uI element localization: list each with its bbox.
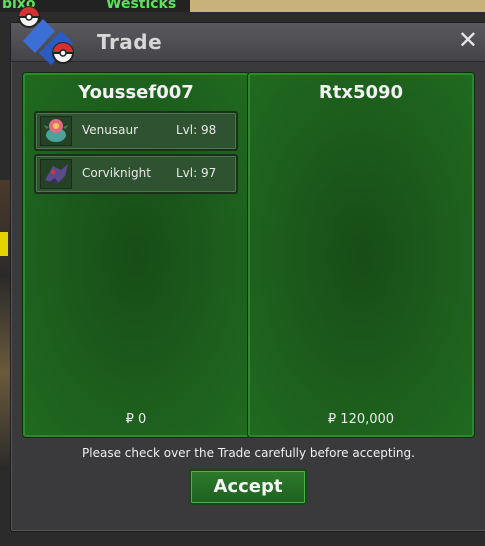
venusaur-icon — [40, 116, 72, 146]
trade-titlebar[interactable]: Trade ✕ — [11, 6, 485, 65]
partner-money-offer: ₽ 120,000 — [327, 412, 395, 427]
close-icon[interactable]: ✕ — [458, 28, 478, 52]
trade-title: Trade — [97, 30, 163, 54]
my-player-name: Youssef007 — [78, 82, 194, 103]
trade-notice: Please check over the Trade carefully be… — [82, 446, 415, 460]
item-name: Corviknight — [82, 166, 151, 180]
item-name: Venusaur — [82, 123, 139, 137]
trade-window: Trade ✕ Youssef007 Venusaur Lvl: 98 Corv… — [10, 6, 485, 532]
trade-item-slot[interactable]: Venusaur Lvl: 98 — [34, 111, 238, 151]
game-terrain-sand — [190, 0, 485, 12]
game-terrain-edge — [0, 180, 10, 470]
my-offer-panel: Youssef007 Venusaur Lvl: 98 Corviknight … — [23, 73, 249, 437]
trade-item-slot[interactable]: Corviknight Lvl: 97 — [34, 154, 238, 194]
partner-offer-panel: Rtx5090 ₽ 120,000 — [248, 73, 474, 437]
item-level: Lvl: 97 — [176, 166, 217, 180]
my-money-offer: ₽ 0 — [125, 412, 147, 427]
item-level: Lvl: 98 — [176, 123, 217, 137]
game-terrain-marker — [0, 232, 8, 256]
player-nameplate-right: Westicks — [106, 0, 177, 12]
trade-logo-icon — [18, 6, 74, 65]
partner-player-name: Rtx5090 — [318, 82, 404, 103]
corviknight-icon — [40, 159, 72, 189]
accept-button[interactable]: Accept — [189, 469, 307, 505]
